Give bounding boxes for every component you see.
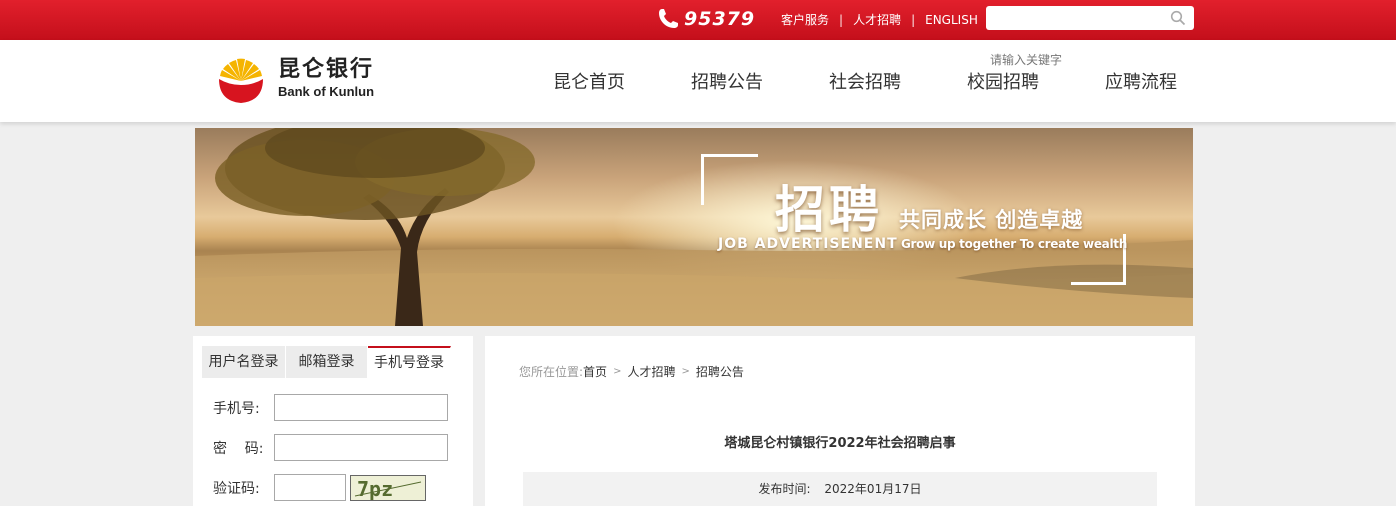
banner-tagline-en: Grow up together To create wealth [901,237,1127,251]
banner-frame-corner [701,154,758,205]
nav-item-announcements[interactable]: 招聘公告 [658,70,796,96]
banner-subtitle-en: JOB ADVERTISENENT [718,236,898,252]
nav-item-home[interactable]: 昆仑首页 [520,70,658,96]
phone-input[interactable] [274,394,448,421]
nav-item-application-process[interactable]: 应聘流程 [1072,70,1210,96]
tab-username-login[interactable]: 用户名登录 [202,346,286,378]
password-label: 密 码: [213,440,264,457]
separator: | [839,12,844,27]
search-input[interactable] [992,7,1171,31]
customer-service-link[interactable]: 客户服务 [781,11,829,28]
main-nav: 昆仑首页 招聘公告 社会招聘 校园招聘 应聘流程 [520,70,1210,96]
tab-email-login[interactable]: 邮箱登录 [286,346,368,378]
breadcrumb-home[interactable]: 首页 [583,363,607,380]
captcha-image[interactable]: 7pz [350,474,426,501]
hotline-number: 95379 [684,8,756,30]
top-links: 客户服务 | 人才招聘 | ENGLISH [781,11,978,28]
captcha-label: 验证码: [213,480,260,497]
nav-item-campus-recruitment[interactable]: 校园招聘 [934,70,1072,96]
phone-icon [659,9,678,28]
breadcrumb-talent[interactable]: 人才招聘 [627,363,675,380]
header: 昆仑银行 Bank of Kunlun 请输入关键字 昆仑首页 招聘公告 社会招… [0,40,1396,122]
breadcrumb-arrow-icon: > [681,366,690,377]
recruitment-banner: 招聘 共同成长 创造卓越 JOB ADVERTISENENT Grow up t… [195,128,1193,326]
password-row: 密 码: [213,434,448,461]
banner-title: 招聘 [775,181,883,239]
tab-phone-login[interactable]: 手机号登录 [368,346,451,378]
password-input[interactable] [274,434,448,461]
nav-item-social-recruitment[interactable]: 社会招聘 [796,70,934,96]
logo[interactable]: 昆仑银行 Bank of Kunlun [214,52,374,106]
talent-recruitment-link[interactable]: 人才招聘 [853,11,901,28]
article-title: 塔城昆仑村镇银行2022年社会招聘启事 [724,436,956,451]
logo-name-cn: 昆仑银行 [278,57,375,82]
logo-name-en: Bank of Kunlun [278,84,375,99]
publish-label: 发布时间: [758,482,811,496]
login-panel: 用户名登录 邮箱登录 手机号登录 手机号: 密 码: 验证码: 7pz [193,336,473,506]
search-icon[interactable] [1170,10,1186,26]
svg-text:7pz: 7pz [357,477,393,501]
top-bar: 95379 客户服务 | 人才招聘 | ENGLISH [0,0,1396,40]
breadcrumb-arrow-icon: > [613,366,622,377]
phone-row: 手机号: [213,394,448,421]
breadcrumb-prefix: 您所在位置: [519,365,584,379]
kunlun-logo-icon [219,58,263,103]
hotline: 95379 [656,6,755,32]
article-panel: 您所在位置: 首页 > 人才招聘 > 招聘公告 塔城昆仑村镇银行2022年社会招… [485,336,1195,506]
logo-text: 昆仑银行 Bank of Kunlun [278,57,374,101]
phone-label: 手机号: [213,400,260,417]
english-link[interactable]: ENGLISH [925,13,978,27]
publish-info-bar: 发布时间: 2022年01月17日 [523,472,1157,506]
separator: | [911,12,916,27]
breadcrumb-announcements[interactable]: 招聘公告 [696,363,744,380]
captcha-row: 验证码: 7pz [213,474,426,501]
keyword-hint: 请输入关键字 [990,53,1063,67]
banner-slogan: 共同成长 创造卓越 [899,208,1084,232]
login-tabs: 用户名登录 邮箱登录 手机号登录 [202,346,451,378]
captcha-input[interactable] [274,474,346,501]
search-box [986,6,1194,31]
publish-date: 2022年01月17日 [824,482,922,496]
breadcrumb: 您所在位置: 首页 > 人才招聘 > 招聘公告 [519,363,744,380]
